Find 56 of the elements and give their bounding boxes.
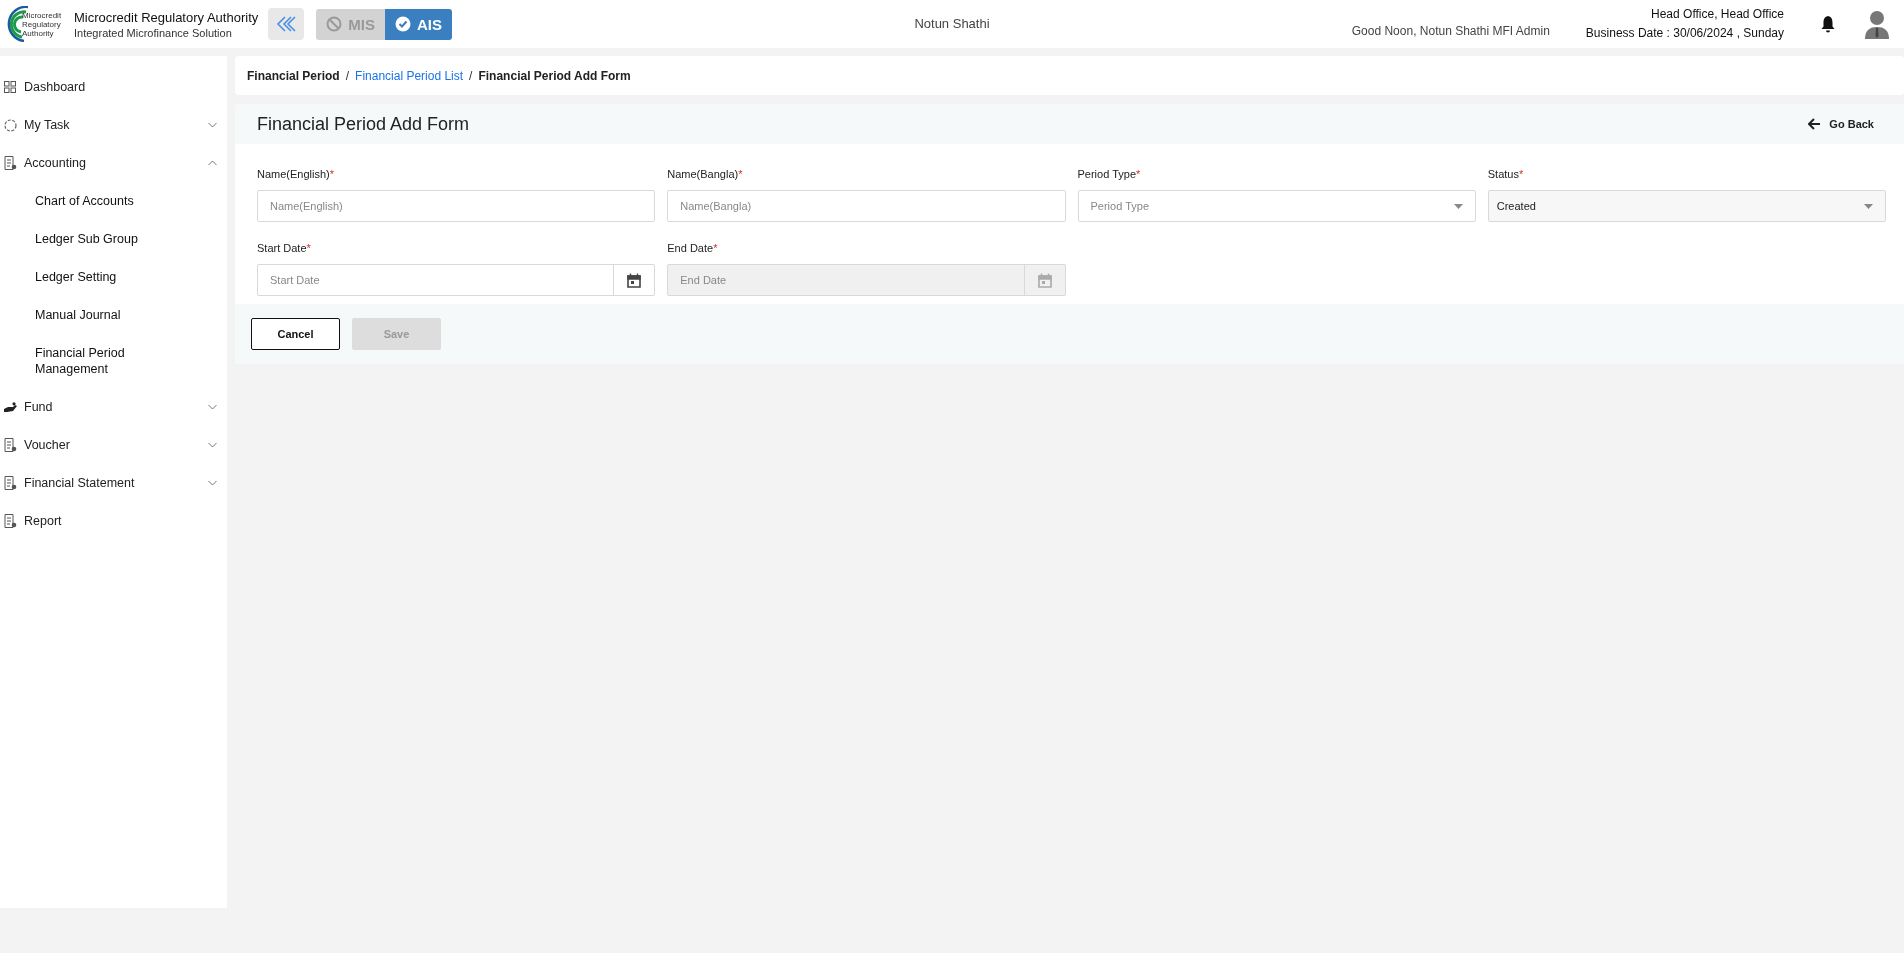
date-field[interactable]: Start Date — [257, 264, 656, 296]
double-chevron-left-icon — [275, 15, 298, 33]
office-name: Head Office, Head Office — [1650, 6, 1784, 23]
document-icon — [4, 156, 17, 170]
arrow-left-icon — [1808, 118, 1822, 130]
nav-subitem[interactable]: Manual Journal — [0, 296, 155, 334]
greeting-text: Good Noon, Notun Shathi MFI Admin — [1351, 24, 1550, 38]
hand-coin-icon — [4, 401, 18, 413]
breadcrumb-separator: / — [345, 68, 350, 83]
nav-item[interactable]: Dashboard — [0, 68, 227, 106]
org-subtitle: Integrated Microfinance Solution — [74, 26, 233, 39]
input-field[interactable]: Name(Bangla) — [667, 190, 1066, 222]
caret-down-icon — [1864, 203, 1873, 209]
logo-caption: Microcredit Regulatory Authority — [22, 10, 63, 38]
nav-item[interactable]: Financial Statement — [0, 464, 227, 502]
field-label: Start Date* — [257, 242, 312, 254]
go-back-button[interactable]: Go Back — [1802, 117, 1880, 131]
field-label: Status* — [1487, 168, 1525, 180]
nav-subitem[interactable]: Ledger Setting — [0, 258, 155, 296]
nav-item[interactable]: Accounting — [0, 144, 227, 182]
breadcrumb-link[interactable]: Financial Period List — [355, 68, 464, 83]
field-label: Period Type* — [1077, 168, 1142, 180]
notification-bell-icon[interactable] — [1820, 15, 1836, 33]
nav-item[interactable]: Voucher — [0, 426, 227, 464]
nav-item[interactable]: My Task — [0, 106, 227, 144]
field-label: Name(English)* — [257, 168, 336, 180]
document-icon — [4, 438, 17, 452]
form-button[interactable]: Cancel — [251, 318, 340, 350]
grid-icon — [4, 81, 16, 93]
breadcrumb-item: Financial Period Add Form — [478, 68, 631, 83]
user-avatar-icon[interactable] — [1864, 9, 1890, 39]
select-field[interactable]: Period Type — [1077, 190, 1476, 222]
calendar-icon — [627, 272, 642, 288]
collapse-sidebar-button[interactable] — [268, 8, 305, 40]
breadcrumb-separator: / — [469, 68, 473, 83]
caret-down-icon — [1453, 203, 1463, 209]
nav-subitem[interactable]: Chart of Accounts — [0, 182, 155, 220]
field-label: Name(Bangla)* — [667, 168, 744, 180]
field-label: End Date* — [667, 242, 719, 254]
nav-subitem[interactable]: Financial Period Management — [0, 334, 155, 388]
form-title: Financial Period Add Form — [257, 113, 470, 135]
module-toggle[interactable]: AIS — [384, 8, 452, 40]
check-circle-icon — [394, 16, 411, 32]
breadcrumb-item: Financial Period — [247, 68, 340, 83]
document-icon — [4, 476, 17, 490]
nav-item[interactable]: Report — [0, 502, 227, 540]
org-name: Microcredit Regulatory Authority — [74, 9, 259, 25]
input-field[interactable]: Name(English) — [257, 190, 656, 222]
document-icon — [4, 514, 17, 528]
business-date: Business Date : 30/06/2024 , Sunday — [1585, 25, 1784, 42]
nav-item[interactable]: Fund — [0, 388, 227, 426]
organization-title: Notun Shathi — [914, 16, 990, 31]
dashed-circle-icon — [4, 118, 17, 132]
prohibited-icon — [326, 16, 343, 32]
nav-subitem[interactable]: Ledger Sub Group — [0, 220, 155, 258]
calendar-icon — [1037, 272, 1052, 288]
